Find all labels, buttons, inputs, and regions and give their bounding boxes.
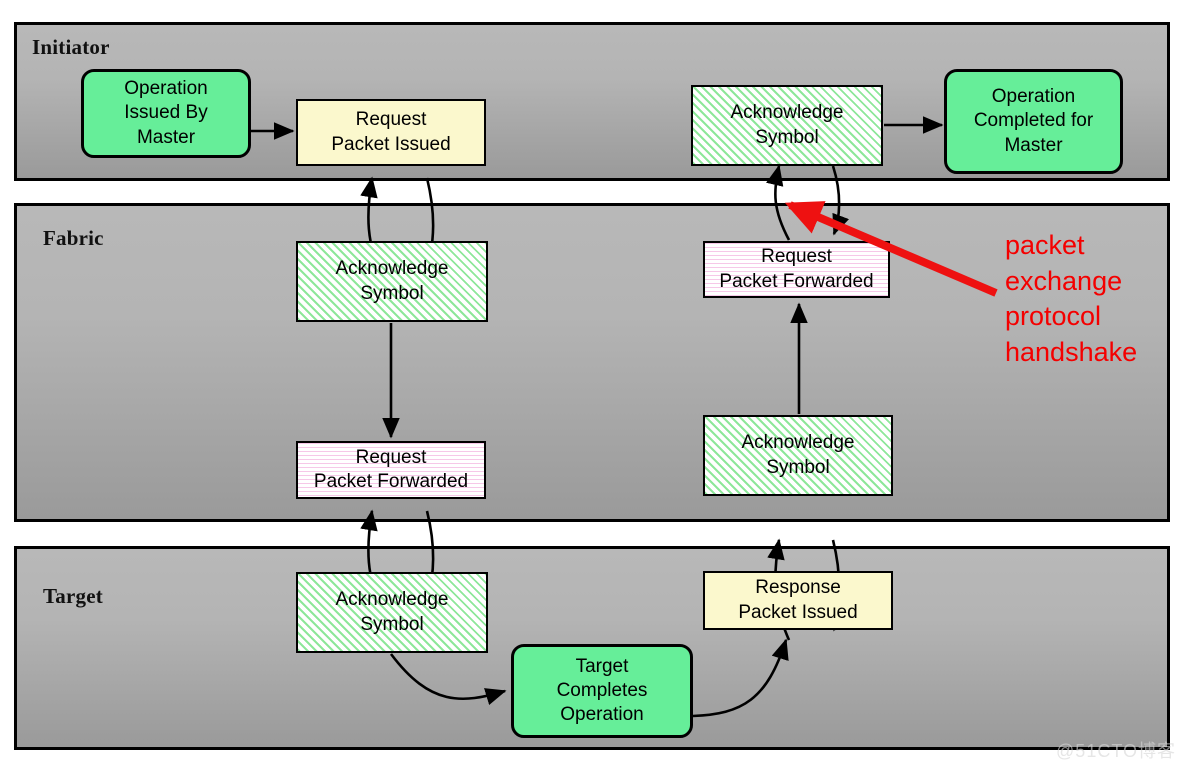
watermark: @51CTO博客 [1056,741,1176,761]
annotation-arrow-layer [784,201,998,297]
diagram-canvas: Initiator Fabric Target Operation Issued… [0,0,1184,771]
annotation-packet-exchange-protocol-handshake: packet exchange protocol handshake [1005,230,1138,367]
callout-arrow-to-handshake [784,201,998,297]
